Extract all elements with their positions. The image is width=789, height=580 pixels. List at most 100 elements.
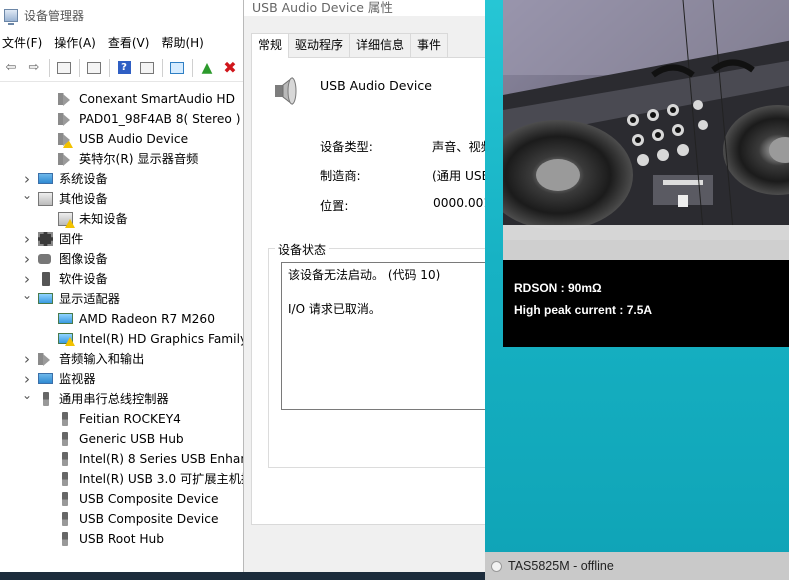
expand-chevron-icon[interactable]: › — [22, 369, 32, 389]
tree-item[interactable]: Conexant SmartAudio HD — [0, 89, 250, 109]
tree-item[interactable]: ⌄ 其他设备 — [0, 189, 250, 209]
tree-item-label: AMD Radeon R7 M260 — [79, 312, 215, 326]
forward-arrow-icon[interactable]: ⇨ — [23, 57, 45, 79]
tree-item-label: USB Composite Device — [79, 492, 219, 506]
tree-item[interactable]: Intel(R) 8 Series USB Enhanc — [0, 449, 250, 469]
tree-item[interactable]: › 监视器 — [0, 369, 250, 389]
video-frame: RDSON : 90mΩ High peak current : 7.5A — [503, 0, 789, 347]
tree-item[interactable]: › 软件设备 — [0, 269, 250, 289]
tree-item[interactable]: 英特尔(R) 显示器音频 — [0, 149, 250, 169]
tree-item[interactable]: › 图像设备 — [0, 249, 250, 269]
menu-file[interactable]: 文件(F) — [2, 34, 49, 51]
tab-driver[interactable]: 驱动程序 — [288, 33, 351, 57]
expand-chevron-icon[interactable]: › — [22, 229, 32, 249]
monitor-icon — [38, 373, 53, 384]
usb-icon — [62, 432, 68, 446]
audio-io-icon — [38, 353, 50, 366]
tab-events[interactable]: 事件 — [410, 33, 449, 57]
tree-item[interactable]: USB Composite Device — [0, 489, 250, 509]
tree-item-label: 音频输入和输出 — [59, 352, 145, 366]
usb-icon — [62, 472, 68, 486]
menu-help[interactable]: 帮助(H) — [161, 34, 210, 51]
device-status-label: 设备状态 — [275, 241, 330, 258]
expand-chevron-icon[interactable]: › — [22, 249, 32, 269]
camera-icon — [38, 254, 51, 264]
properties-view-icon[interactable] — [53, 57, 75, 79]
dj-controller-image — [503, 0, 789, 260]
device-type-label: 设备类型: — [320, 140, 373, 154]
speaker-icon — [58, 113, 70, 126]
usb-icon — [62, 512, 68, 526]
update-driver-icon[interactable]: ▲ — [196, 57, 218, 79]
menu-view[interactable]: 查看(V) — [108, 34, 157, 51]
tree-item-label: 软件设备 — [59, 272, 108, 286]
display-adapter-icon — [38, 293, 53, 304]
resources-view-icon[interactable] — [136, 57, 158, 79]
tree-item-label: Generic USB Hub — [79, 432, 184, 446]
device-manager-titlebar[interactable]: 设备管理器 — [0, 0, 249, 30]
scan-hardware-icon[interactable] — [166, 57, 188, 79]
offline-status-icon — [491, 560, 502, 572]
tree-item[interactable]: PAD01_98F4AB 8( Stereo ) — [0, 109, 250, 129]
toolbar-divider — [109, 58, 110, 77]
peak-current-spec: High peak current : 7.5A — [514, 303, 653, 317]
collapse-chevron-icon[interactable]: ⌄ — [22, 389, 32, 405]
toolbar-divider — [79, 58, 80, 77]
tree-item-label: 固件 — [59, 232, 84, 246]
device-manager-app-icon — [4, 8, 18, 25]
tab-general[interactable]: 常规 — [251, 33, 290, 58]
tree-item[interactable]: ⌄ 通用串行总线控制器 — [0, 389, 250, 409]
tree-item[interactable]: AMD Radeon R7 M260 — [0, 309, 250, 329]
tree-item[interactable]: › 固件 — [0, 229, 250, 249]
rdson-spec: RDSON : 90mΩ — [514, 281, 602, 295]
collapse-chevron-icon[interactable]: ⌄ — [22, 289, 32, 305]
tree-item-label: Intel(R) USB 3.0 可扩展主机控 — [79, 472, 250, 486]
collapse-chevron-icon[interactable]: ⌄ — [22, 189, 32, 205]
properties-dialog-title[interactable]: USB Audio Device 属性 — [244, 0, 488, 16]
device-manager-title: 设备管理器 — [24, 8, 85, 23]
video-overlay: RDSON : 90mΩ High peak current : 7.5A TA… — [485, 0, 789, 580]
toolbar-divider — [192, 58, 193, 77]
properties-tabs: 常规 驱动程序 详细信息 事件 — [251, 33, 449, 58]
tab-details[interactable]: 详细信息 — [349, 33, 412, 57]
location-label: 位置: — [320, 199, 349, 213]
tree-item-label: USB Root Hub — [79, 532, 165, 546]
manufacturer-label: 制造商: — [320, 169, 361, 183]
uninstall-device-icon[interactable]: ✖ — [219, 57, 241, 79]
tree-item-label: 未知设备 — [79, 212, 128, 226]
menu-action[interactable]: 操作(A) — [54, 34, 103, 51]
help-icon[interactable]: ? — [113, 57, 135, 79]
tree-item[interactable]: USB Audio Device — [0, 129, 250, 149]
tree-item[interactable]: USB Root Hub — [0, 529, 250, 549]
tree-item[interactable]: USB Composite Device — [0, 509, 250, 529]
back-arrow-icon[interactable]: ⇦ — [0, 57, 22, 79]
tree-item[interactable]: › 音频输入和输出 — [0, 349, 250, 369]
expand-chevron-icon[interactable]: › — [22, 349, 32, 369]
tree-item-label: 通用串行总线控制器 — [59, 392, 169, 406]
tree-item[interactable]: ⌄ 显示适配器 — [0, 289, 250, 309]
tree-item[interactable]: Generic USB Hub — [0, 429, 250, 449]
status-line: I/O 请求已取消。 — [288, 302, 381, 316]
speaker-icon — [58, 153, 70, 166]
tree-item-label: USB Audio Device — [79, 132, 189, 146]
speaker-icon — [58, 93, 70, 106]
tree-item-label: 系统设备 — [59, 172, 108, 186]
usb-icon — [62, 492, 68, 506]
usb-icon — [62, 412, 68, 426]
device-status-textbox[interactable]: 该设备无法启动。 (代码 10) I/O 请求已取消。 — [281, 262, 488, 410]
speaker-icon — [275, 76, 297, 106]
tree-item[interactable]: 未知设备 — [0, 209, 250, 229]
display-adapter-icon — [58, 313, 73, 324]
warning-icon — [65, 219, 75, 228]
expand-chevron-icon[interactable]: › — [22, 269, 32, 289]
usb-icon — [62, 532, 68, 546]
list-view-icon[interactable] — [83, 57, 105, 79]
tree-item[interactable]: › 系统设备 — [0, 169, 250, 189]
expand-chevron-icon[interactable]: › — [22, 169, 32, 189]
tree-item[interactable]: Intel(R) USB 3.0 可扩展主机控 — [0, 469, 250, 489]
unknown-device-warning-icon — [58, 212, 75, 228]
spec-text: RDSON : 90mΩ High peak current : 7.5A — [514, 277, 652, 321]
tree-item[interactable]: Intel(R) HD Graphics Family — [0, 329, 250, 349]
tree-item[interactable]: Feitian ROCKEY4 — [0, 409, 250, 429]
device-manager-window: 设备管理器 文件(F) 操作(A) 查看(V) 帮助(H) ⇦ ⇨ ? ▲ ✖ … — [0, 0, 250, 580]
